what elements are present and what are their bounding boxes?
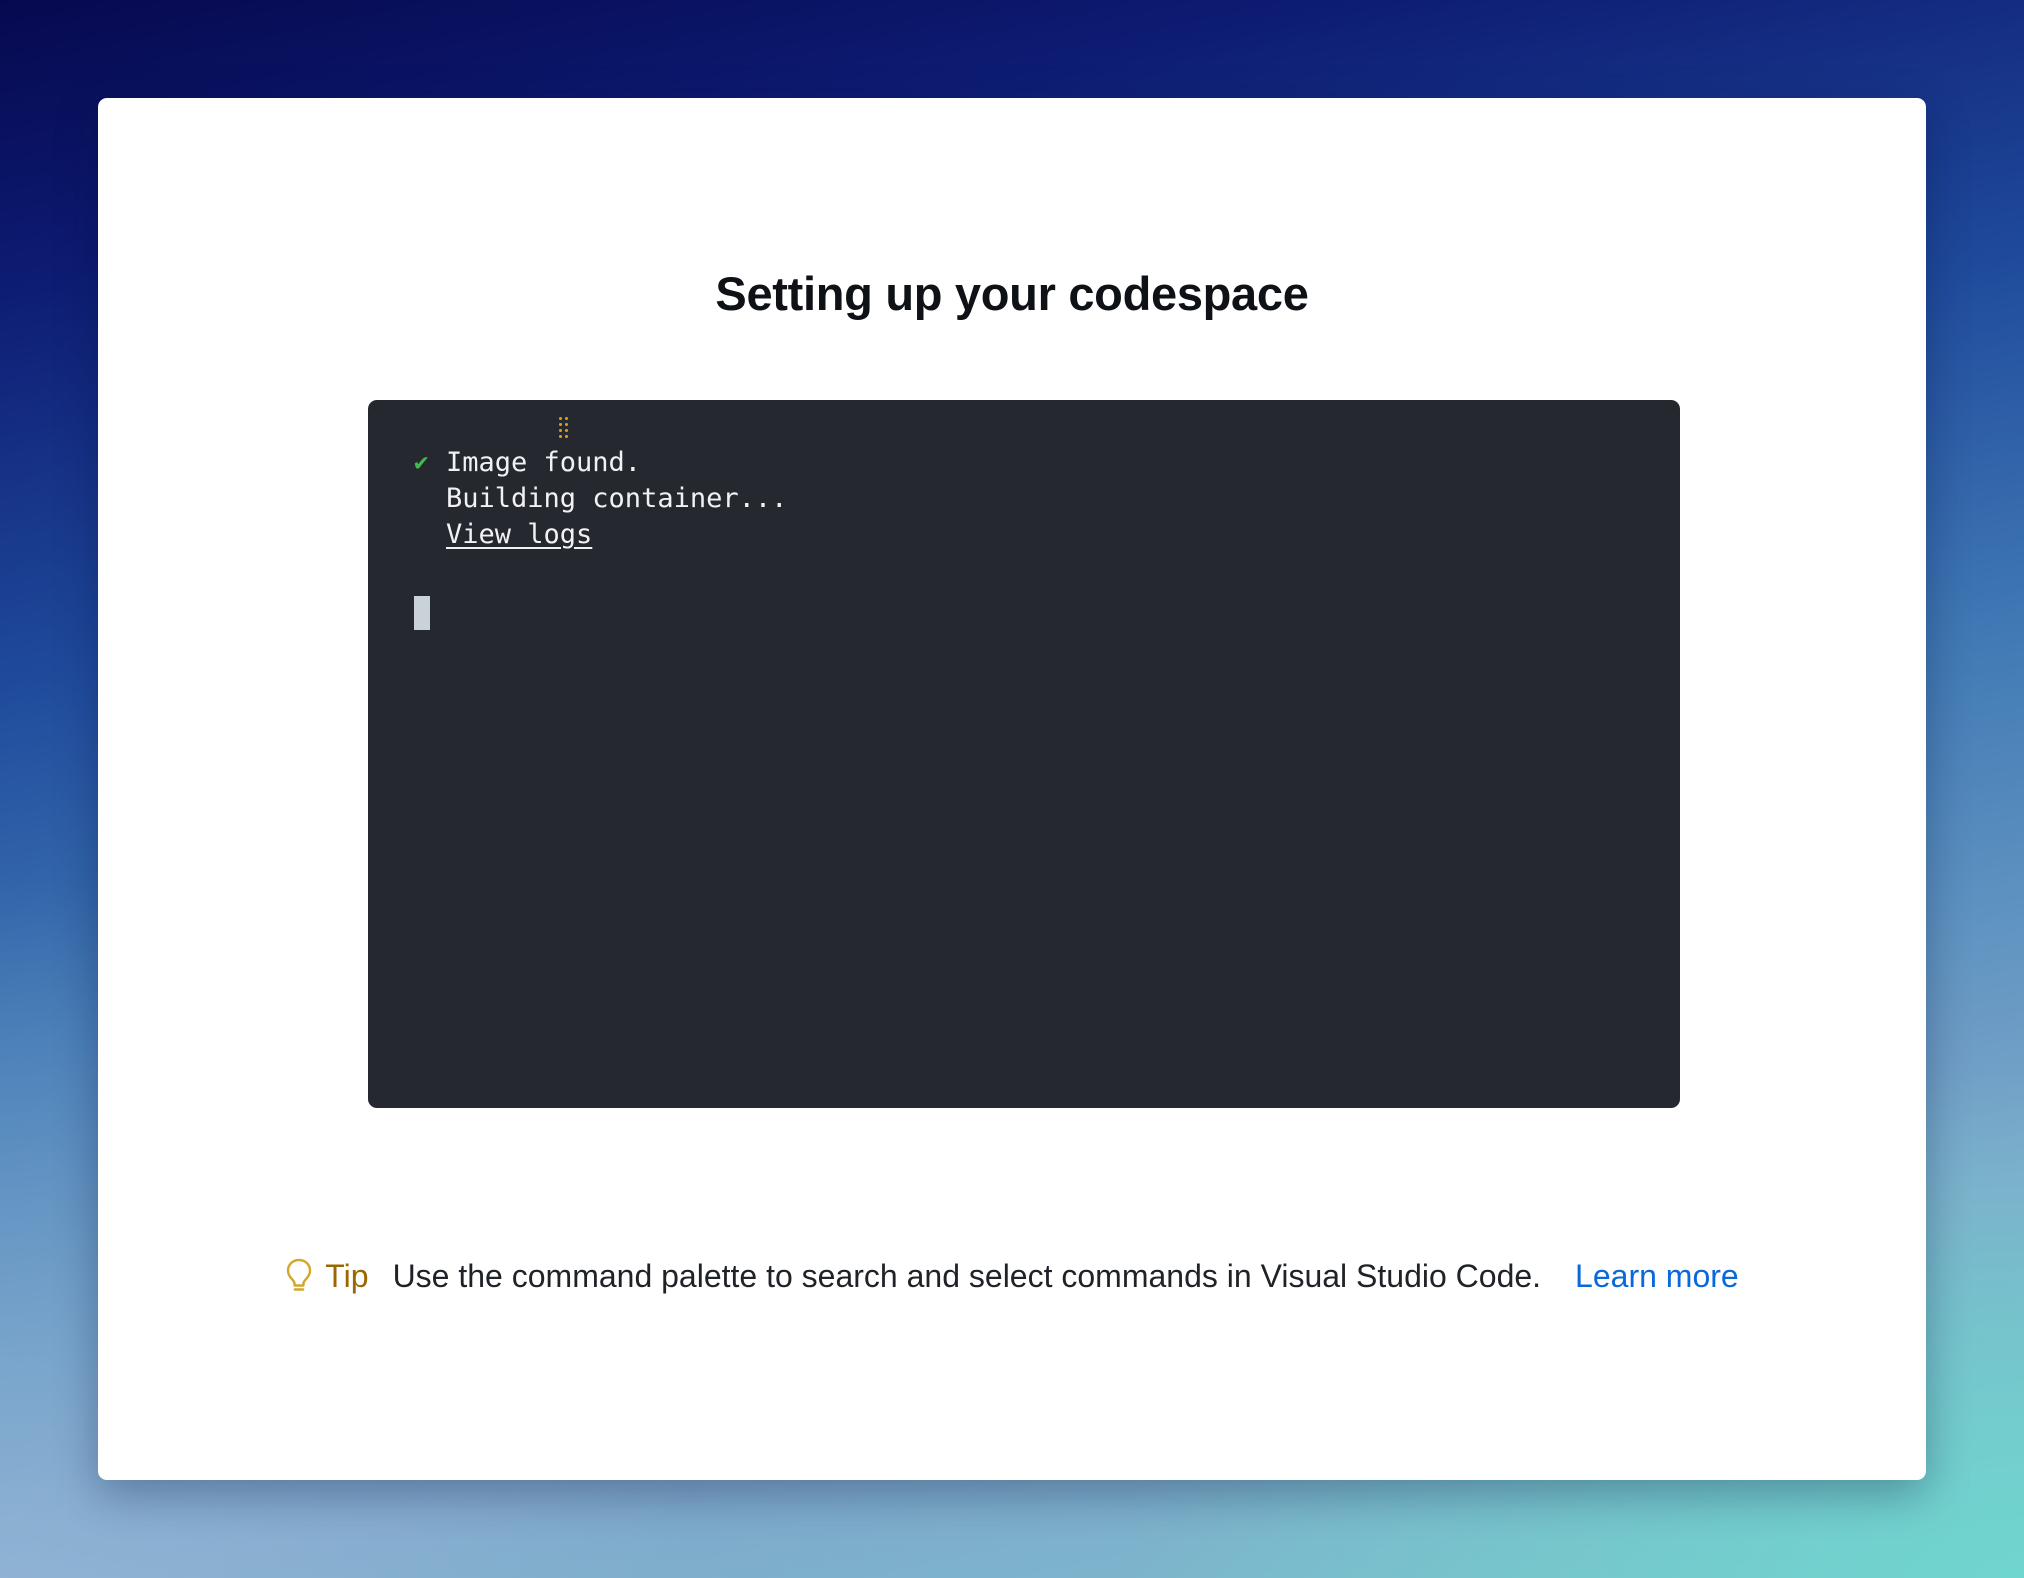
terminal-output: ✔ Image found. Building container... Vie… [414, 417, 787, 552]
spinner-icon [558, 414, 569, 440]
tip-bar: Tip Use the command palette to search an… [98, 1256, 1926, 1296]
tip-text: Use the command palette to search and se… [392, 1258, 1542, 1294]
page-title: Setting up your codespace [715, 267, 1309, 320]
tip-label: Tip [325, 1258, 369, 1294]
lightbulb-icon [285, 1256, 313, 1296]
setup-terminal: ✔ Image found. Building container... Vie… [368, 400, 1680, 1108]
setup-card: Setting up your codespace ✔ Image found.… [98, 98, 1926, 1480]
terminal-line-building-container: Building container... [414, 417, 787, 516]
learn-more-link[interactable]: Learn more [1575, 1256, 1739, 1296]
terminal-cursor [414, 596, 430, 630]
